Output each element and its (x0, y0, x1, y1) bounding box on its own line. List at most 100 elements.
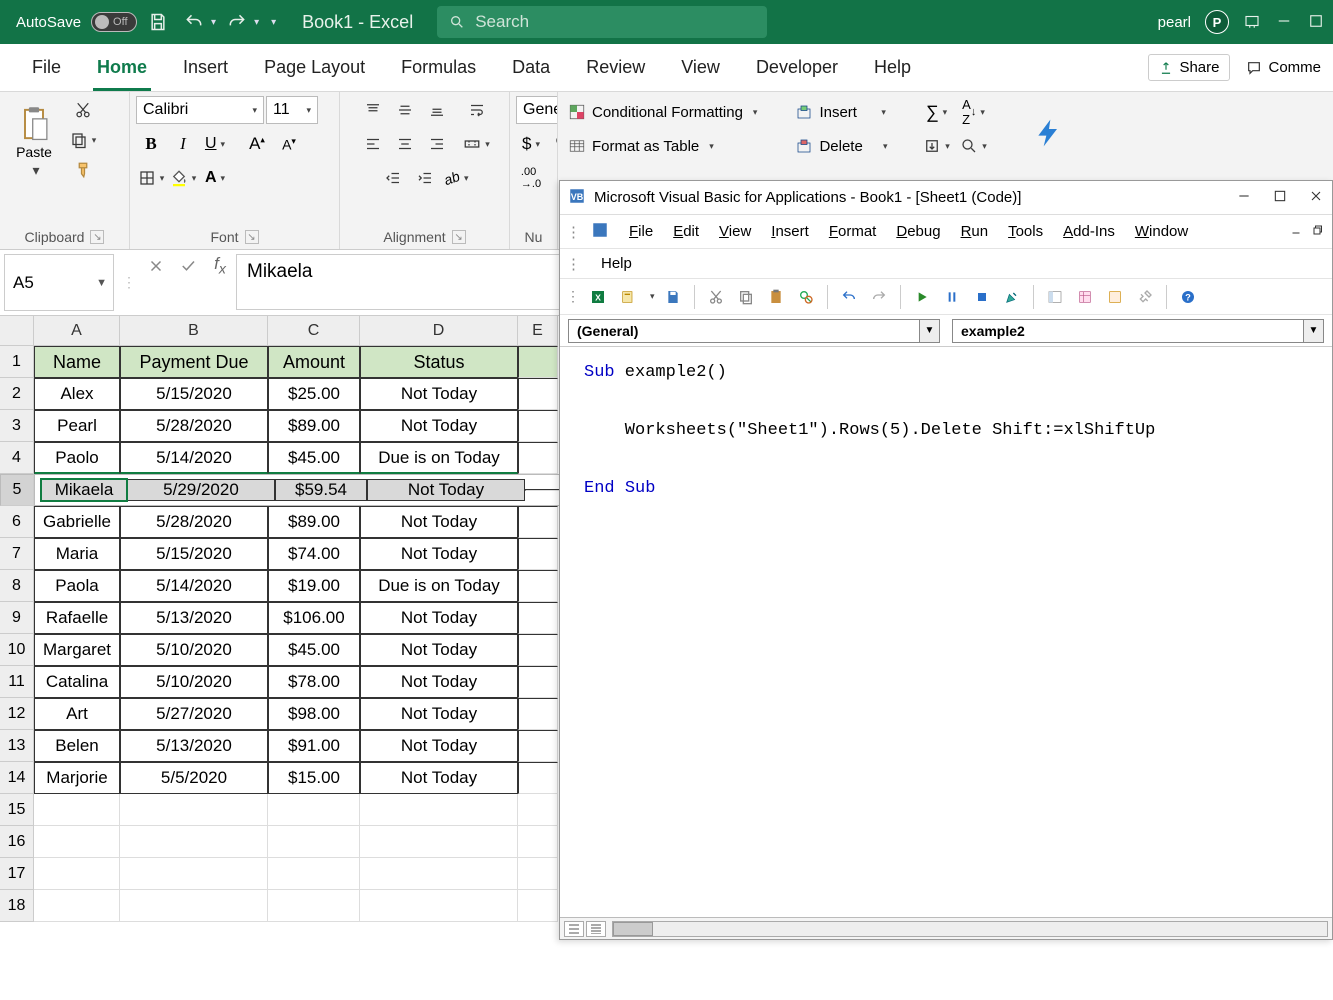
cell[interactable]: $59.54 (275, 479, 367, 501)
cell[interactable]: Marjorie (34, 762, 120, 794)
cell[interactable] (268, 826, 360, 858)
vba-save-icon[interactable] (661, 285, 685, 309)
row-header[interactable]: 17 (0, 858, 34, 890)
row-header[interactable]: 6 (0, 506, 34, 538)
redo-dropdown-icon[interactable]: ▾ (254, 17, 259, 28)
vba-procedure-view-icon[interactable] (564, 921, 584, 937)
align-middle-icon[interactable] (390, 96, 420, 124)
cell[interactable] (518, 602, 558, 634)
cell[interactable]: Not Today (360, 762, 518, 794)
maximize-icon[interactable] (1307, 12, 1325, 33)
cell[interactable]: Due is on Today (360, 442, 518, 474)
vba-procedure-select[interactable]: example2▼ (952, 319, 1324, 343)
font-launcher-icon[interactable]: ↘ (245, 230, 259, 244)
undo-icon[interactable] (179, 7, 209, 37)
cell[interactable]: Paolo (34, 442, 120, 474)
vba-menu-add-ins[interactable]: Add-Ins (1063, 223, 1115, 240)
alignment-launcher-icon[interactable]: ↘ (452, 230, 466, 244)
cell[interactable]: Not Today (360, 538, 518, 570)
cell[interactable]: Due is on Today (360, 570, 518, 602)
cell[interactable] (120, 890, 268, 922)
increase-font-icon[interactable]: A▴ (242, 130, 272, 158)
row-header[interactable]: 4 (0, 442, 34, 474)
row-header[interactable]: 13 (0, 730, 34, 762)
copy-icon[interactable]: ▾ (68, 126, 98, 154)
vba-menu-run[interactable]: Run (961, 223, 989, 240)
share-button[interactable]: Share (1148, 54, 1230, 81)
name-box[interactable]: A5▼ (4, 254, 114, 311)
vba-minimize-icon[interactable] (1236, 188, 1252, 207)
vba-insert-module-icon[interactable] (616, 285, 640, 309)
cancel-formula-icon[interactable] (140, 250, 172, 282)
cell[interactable]: Alex (34, 378, 120, 410)
cell[interactable]: $98.00 (268, 698, 360, 730)
cell[interactable] (518, 410, 558, 442)
cell[interactable] (268, 794, 360, 826)
align-left-icon[interactable] (358, 130, 388, 158)
cell[interactable]: Not Today (360, 666, 518, 698)
cell[interactable]: Catalina (34, 666, 120, 698)
cell[interactable] (518, 730, 558, 762)
borders-icon[interactable]: ▾ (136, 164, 166, 192)
vba-run-icon[interactable] (910, 285, 934, 309)
cell[interactable]: $74.00 (268, 538, 360, 570)
cell[interactable] (518, 890, 558, 922)
vba-code-editor[interactable]: Sub example2() Worksheets("Sheet1").Rows… (560, 347, 1332, 917)
autosave-toggle[interactable]: Off (91, 12, 137, 32)
cell[interactable] (518, 698, 558, 730)
row-header[interactable]: 15 (0, 794, 34, 826)
row-header[interactable]: 18 (0, 890, 34, 922)
cell[interactable]: 5/10/2020 (120, 666, 268, 698)
currency-icon[interactable]: $▾ (516, 130, 546, 158)
cell[interactable]: 5/29/2020 (127, 479, 275, 501)
clipboard-launcher-icon[interactable]: ↘ (90, 230, 104, 244)
row-header[interactable]: 2 (0, 378, 34, 410)
decrease-indent-icon[interactable] (378, 164, 408, 192)
cell[interactable]: Not Today (367, 479, 525, 501)
paste-button[interactable]: Paste ▾ (6, 96, 62, 188)
redo-icon[interactable] (222, 7, 252, 37)
row-header[interactable]: 7 (0, 538, 34, 570)
vba-paste-icon[interactable] (764, 285, 788, 309)
vba-menu-insert[interactable]: Insert (771, 223, 809, 240)
vba-break-icon[interactable] (940, 285, 964, 309)
col-header-C[interactable]: C (268, 316, 360, 346)
format-painter-icon[interactable] (68, 156, 98, 184)
font-color-icon[interactable]: A▾ (200, 164, 230, 192)
cell[interactable]: Art (34, 698, 120, 730)
cell[interactable]: Margaret (34, 634, 120, 666)
cell[interactable]: 5/27/2020 (120, 698, 268, 730)
font-size-select[interactable]: 11▾ (266, 96, 318, 124)
cell[interactable]: 5/14/2020 (120, 442, 268, 474)
cell[interactable] (120, 826, 268, 858)
vba-copy-icon[interactable] (734, 285, 758, 309)
percent-icon[interactable]: % (548, 130, 558, 158)
vba-child-restore-icon[interactable] (1312, 223, 1324, 240)
cell[interactable]: $89.00 (268, 410, 360, 442)
cell[interactable]: 5/28/2020 (120, 506, 268, 538)
cell[interactable]: Maria (34, 538, 120, 570)
cell[interactable]: 5/15/2020 (120, 378, 268, 410)
cell[interactable]: Amount (268, 346, 360, 378)
vba-cut-icon[interactable] (704, 285, 728, 309)
cell[interactable]: $15.00 (268, 762, 360, 794)
cell[interactable]: $19.00 (268, 570, 360, 602)
cell[interactable] (34, 794, 120, 826)
enter-formula-icon[interactable] (172, 250, 204, 282)
cell[interactable]: Name (34, 346, 120, 378)
increase-decimal-icon[interactable]: .00→.0 (516, 164, 546, 192)
row-header[interactable]: 3 (0, 410, 34, 442)
align-top-icon[interactable] (358, 96, 388, 124)
cell[interactable] (518, 506, 558, 538)
cell[interactable] (360, 858, 518, 890)
vba-object-select[interactable]: (General)▼ (568, 319, 940, 343)
undo-dropdown-icon[interactable]: ▾ (211, 17, 216, 28)
cell[interactable] (518, 634, 558, 666)
cell[interactable] (518, 858, 558, 890)
cell[interactable] (360, 794, 518, 826)
cell[interactable]: 5/10/2020 (120, 634, 268, 666)
cell[interactable]: 5/13/2020 (120, 602, 268, 634)
vba-menu-tools[interactable]: Tools (1008, 223, 1043, 240)
vba-menu-edit[interactable]: Edit (673, 223, 699, 240)
bold-button[interactable]: B (136, 130, 166, 158)
